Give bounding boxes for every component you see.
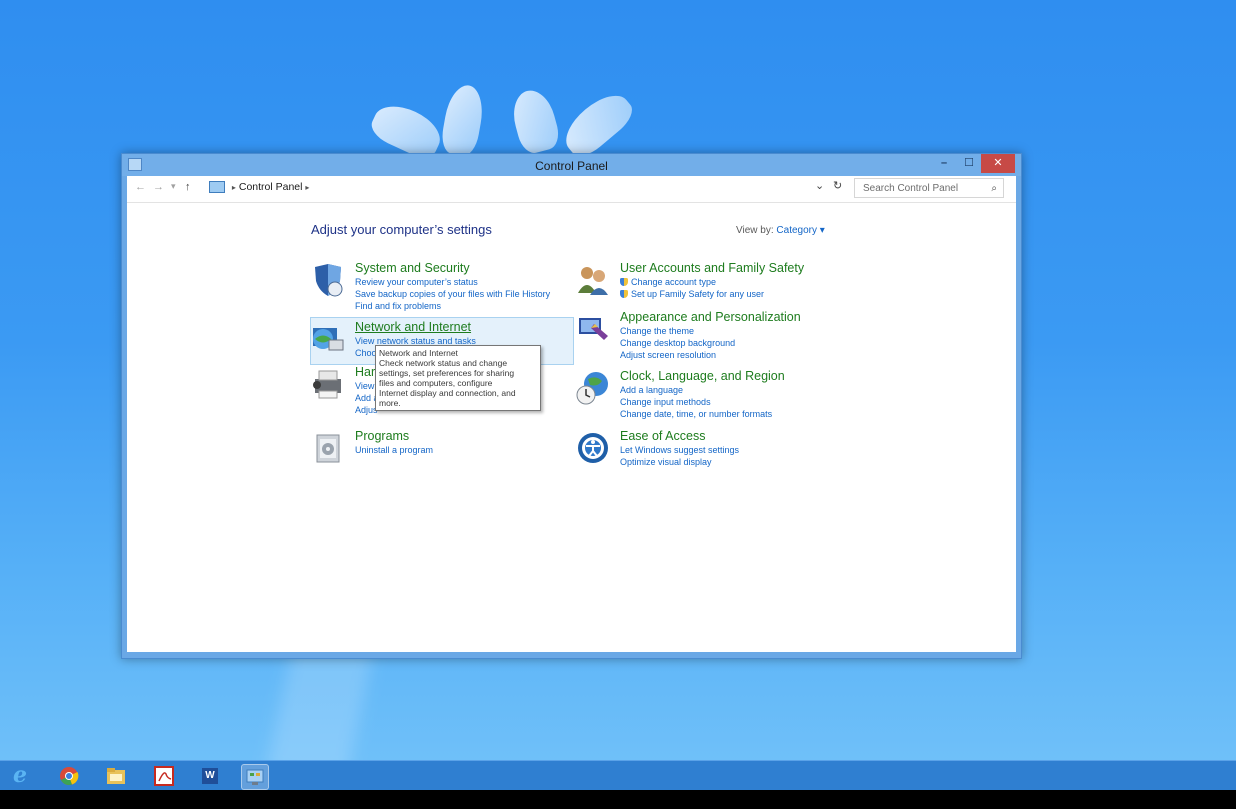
refresh-icon[interactable]: ↻: [833, 179, 842, 192]
category-title[interactable]: System and Security: [355, 261, 470, 275]
file-explorer-icon[interactable]: [103, 764, 129, 788]
link-change-account-type[interactable]: Change account type: [620, 277, 716, 287]
wallpaper-petal: [556, 85, 639, 163]
control-panel-window[interactable]: Control Panel – ☐ ✕ ← → ▾ ↑ ▸ Control Pa…: [121, 153, 1022, 659]
tooltip-line: files and computers, configure: [379, 378, 493, 388]
maximize-button[interactable]: ☐: [957, 154, 981, 173]
tooltip-line: settings, set preferences for sharing: [379, 368, 515, 378]
adobe-reader-icon[interactable]: [151, 764, 177, 788]
category-title[interactable]: Network and Internet: [355, 320, 471, 334]
address-dropdown-button[interactable]: ⌄: [815, 179, 824, 192]
link-find-fix-problems[interactable]: Find and fix problems: [355, 301, 441, 311]
link-family-safety[interactable]: Set up Family Safety for any user: [620, 289, 764, 299]
window-title: Control Panel: [535, 159, 608, 173]
folder-icon: [107, 768, 125, 784]
close-button[interactable]: ✕: [981, 154, 1015, 173]
monitor-paint-icon: [579, 318, 608, 340]
minimize-button[interactable]: –: [931, 154, 957, 173]
link-add-language[interactable]: Add a language: [620, 385, 683, 395]
tooltip-line: Check network status and change: [379, 358, 508, 368]
tooltip-line: Internet display and connection, and: [379, 388, 516, 398]
link-windows-suggest-settings[interactable]: Let Windows suggest settings: [620, 445, 739, 455]
printer-icon: [313, 370, 341, 399]
clock-globe-icon: [576, 372, 608, 405]
view-by-label: View by:: [736, 225, 774, 236]
address-toolbar: ← → ▾ ↑ ▸ Control Panel ▸ ⌄ ↻ Search Con…: [127, 176, 1016, 203]
recent-locations-button[interactable]: ▾: [171, 181, 176, 192]
globe-network-icon: [313, 328, 344, 351]
users-icon: [578, 267, 608, 295]
uac-shield-icon: [620, 278, 628, 286]
wallpaper-petal: [507, 85, 563, 157]
link-change-theme[interactable]: Change the theme: [620, 326, 694, 336]
page-title: Adjust your computer’s settings: [311, 222, 492, 237]
link-optimize-visual-display[interactable]: Optimize visual display: [620, 457, 712, 467]
link-homegroup-partial[interactable]: Choo: [355, 348, 377, 358]
link-uninstall-program[interactable]: Uninstall a program: [355, 445, 433, 455]
control-panel-small-icon: [209, 181, 225, 194]
link-screen-resolution[interactable]: Adjust screen resolution: [620, 350, 716, 360]
link-file-history[interactable]: Save backup copies of your files with Fi…: [355, 289, 550, 299]
tooltip-line: more.: [379, 398, 401, 408]
search-input[interactable]: Search Control Panel ⌕: [854, 178, 1004, 198]
control-panel-content: Adjust your computer’s settings View by:…: [127, 203, 1016, 652]
back-button[interactable]: ←: [135, 181, 146, 193]
uac-shield-icon: [620, 290, 628, 298]
ease-of-access-icon: [578, 433, 608, 463]
category-title[interactable]: Programs: [355, 429, 409, 443]
view-by-dropdown[interactable]: Category ▾: [776, 225, 824, 236]
breadcrumb-control-panel[interactable]: Control Panel: [239, 181, 303, 193]
pdf-icon: [154, 766, 174, 786]
control-panel-icon: [246, 769, 264, 785]
search-placeholder: Search Control Panel: [863, 183, 959, 194]
control-panel-taskbar-button[interactable]: [241, 764, 269, 790]
programs-icon: [316, 434, 340, 463]
chrome-icon: [60, 767, 79, 785]
view-by: View by: Category ▾: [736, 225, 825, 236]
title-bar[interactable]: Control Panel – ☐ ✕: [122, 154, 1021, 176]
taskbar: e W: [0, 760, 1236, 791]
breadcrumb-separator[interactable]: ▸: [305, 183, 309, 192]
screen-bottom-bar: [0, 790, 1236, 809]
category-title[interactable]: Appearance and Personalization: [620, 310, 801, 324]
link-date-time-formats[interactable]: Change date, time, or number formats: [620, 409, 772, 419]
wallpaper-petal: [439, 82, 487, 158]
category-title[interactable]: Clock, Language, and Region: [620, 369, 785, 383]
shield-icon: [315, 264, 343, 297]
link-review-status[interactable]: Review your computer’s status: [355, 277, 478, 287]
tooltip-title: Network and Internet: [379, 348, 458, 358]
search-icon[interactable]: ⌕: [991, 179, 997, 199]
link-desktop-background[interactable]: Change desktop background: [620, 338, 735, 348]
chrome-icon[interactable]: [56, 764, 82, 788]
category-title[interactable]: Ease of Access: [620, 429, 705, 443]
link-input-methods[interactable]: Change input methods: [620, 397, 711, 407]
address-field[interactable]: ▸ Control Panel ▸ ⌄ ↻: [207, 178, 849, 198]
category-title[interactable]: User Accounts and Family Safety: [620, 261, 804, 275]
breadcrumb-separator[interactable]: ▸: [232, 183, 236, 192]
internet-explorer-icon[interactable]: e: [7, 762, 33, 788]
tooltip: Network and Internet Check network statu…: [375, 345, 541, 411]
up-button[interactable]: ↑: [185, 181, 191, 193]
forward-button[interactable]: →: [153, 181, 164, 193]
word-icon[interactable]: W: [197, 764, 223, 788]
